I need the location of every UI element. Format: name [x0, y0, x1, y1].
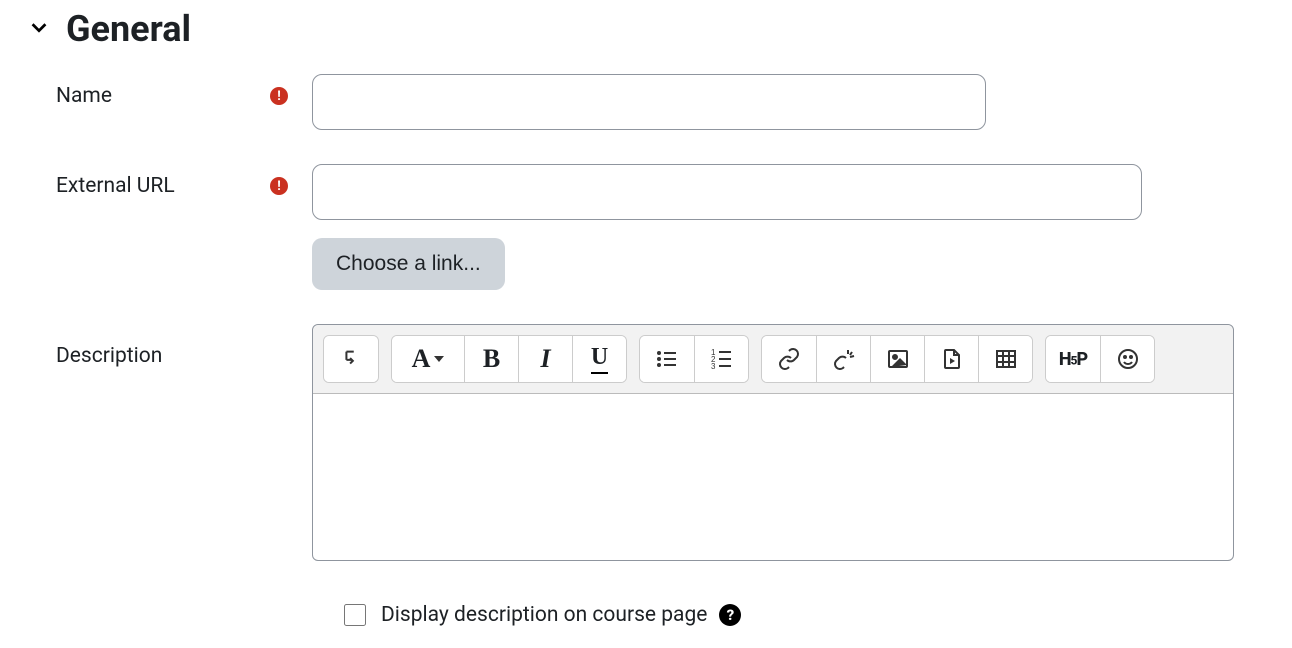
- required-icon: !: [270, 87, 288, 105]
- h5p-button[interactable]: H5P: [1046, 336, 1100, 382]
- display-description-label: Display description on course page: [381, 603, 707, 627]
- bold-button[interactable]: B: [464, 336, 518, 382]
- unlink-button[interactable]: [816, 336, 870, 382]
- editor-toolbar: A B I U: [313, 325, 1233, 394]
- choose-link-button[interactable]: Choose a link...: [312, 238, 505, 290]
- name-input[interactable]: [312, 74, 986, 130]
- required-icon: !: [270, 177, 288, 195]
- media-button[interactable]: [924, 336, 978, 382]
- help-icon[interactable]: ?: [719, 604, 741, 626]
- paragraph-styles-button[interactable]: A: [392, 336, 464, 382]
- external-url-row: External URL ! Choose a link...: [28, 164, 1264, 290]
- emoji-button[interactable]: [1100, 336, 1154, 382]
- unordered-list-button[interactable]: [640, 336, 694, 382]
- external-url-input[interactable]: [312, 164, 1142, 220]
- description-row: Description A: [28, 324, 1264, 561]
- italic-button[interactable]: I: [518, 336, 572, 382]
- display-description-row: Display description on course page ?: [28, 601, 1264, 629]
- external-url-label: External URL: [56, 174, 175, 198]
- table-button[interactable]: [978, 336, 1032, 382]
- chevron-down-icon: [28, 16, 50, 43]
- toolbar-toggle-button[interactable]: [324, 336, 378, 382]
- section-title: General: [66, 8, 191, 50]
- image-button[interactable]: [870, 336, 924, 382]
- display-description-checkbox[interactable]: [344, 604, 366, 626]
- link-button[interactable]: [762, 336, 816, 382]
- underline-button[interactable]: U: [572, 336, 626, 382]
- ordered-list-button[interactable]: 1 2 3: [694, 336, 748, 382]
- general-section: General Name ! External URL ! Choose a l…: [0, 0, 1292, 629]
- section-toggle[interactable]: General: [28, 8, 1264, 50]
- name-row: Name !: [28, 74, 1264, 130]
- svg-text:3: 3: [711, 362, 716, 371]
- description-editor[interactable]: [313, 394, 1233, 560]
- name-label: Name: [56, 84, 112, 108]
- rich-text-editor: A B I U: [312, 324, 1234, 561]
- description-label: Description: [56, 344, 162, 368]
